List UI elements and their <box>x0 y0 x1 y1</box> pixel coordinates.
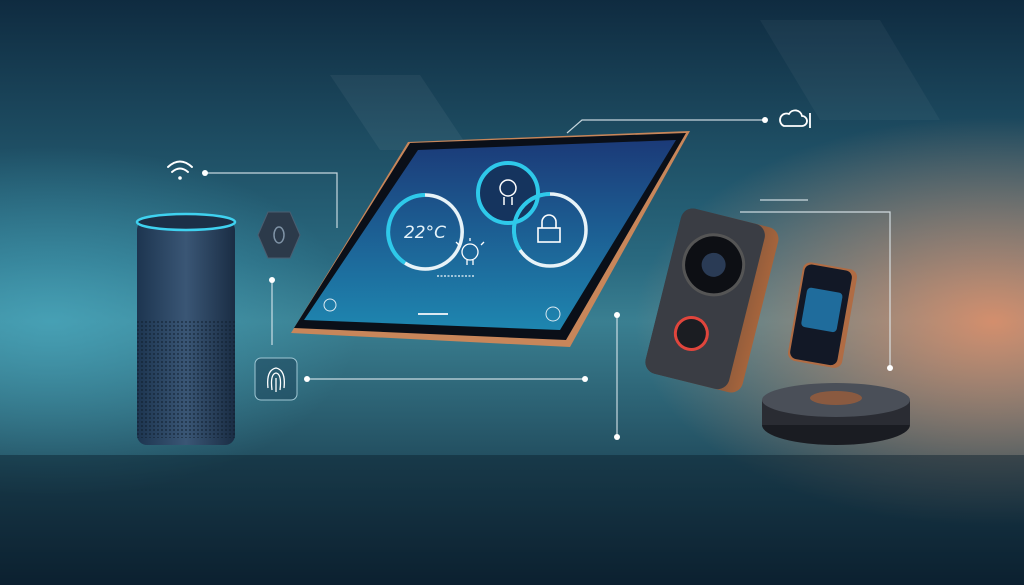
speaker-light-ring <box>135 212 237 232</box>
temperature-readout: 22°C <box>404 223 446 243</box>
fingerprint-icon[interactable] <box>254 357 298 401</box>
floor-reflection <box>0 455 1024 585</box>
smart-speaker <box>135 212 237 445</box>
robot-vacuum <box>762 383 910 445</box>
light-widget[interactable] <box>476 161 540 225</box>
smart-home-scene: 22°C <box>0 0 1024 585</box>
